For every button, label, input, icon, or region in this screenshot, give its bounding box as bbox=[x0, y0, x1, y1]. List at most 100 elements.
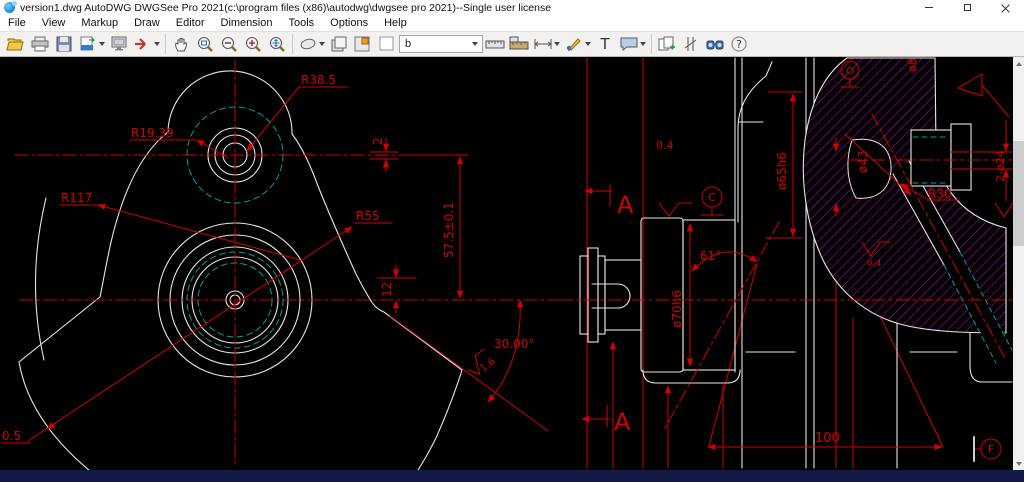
window-title: version1.dwg AutoDWG DWGSee Pro 2021(c:\… bbox=[20, 2, 551, 14]
app-icon bbox=[4, 2, 15, 13]
datum-f-label: F bbox=[988, 443, 994, 456]
roughness-symbol bbox=[659, 203, 692, 216]
menu-editor[interactable]: Editor bbox=[168, 17, 213, 29]
roughness-0-4-b: 0.4 bbox=[867, 259, 882, 269]
zoom-window-button[interactable] bbox=[193, 33, 217, 55]
minimize-button[interactable] bbox=[910, 0, 948, 15]
toolbar-separator bbox=[651, 34, 652, 54]
forward-button[interactable] bbox=[131, 33, 155, 55]
dim-2: 2 bbox=[371, 137, 385, 145]
end-view: R38.5 R19.39 R117 R55 2 57.5±0.1 12 30.0… bbox=[1, 60, 560, 470]
vertical-scrollbar[interactable] bbox=[1013, 57, 1024, 470]
zoom-in-button[interactable] bbox=[241, 33, 265, 55]
pan-button[interactable] bbox=[169, 33, 193, 55]
menu-file[interactable]: File bbox=[0, 17, 34, 29]
drawing-canvas[interactable]: R38.5 R19.39 R117 R55 2 57.5±0.1 12 30.0… bbox=[0, 57, 1024, 470]
measure-area-button[interactable] bbox=[507, 33, 531, 55]
dimension-dropdown[interactable] bbox=[554, 42, 560, 46]
print-button[interactable] bbox=[28, 33, 52, 55]
dim-r38-5: R38.5 bbox=[301, 73, 336, 87]
dim-r55: R55 bbox=[356, 209, 380, 223]
scroll-down-button[interactable] bbox=[1013, 457, 1024, 470]
help-button[interactable]: ? bbox=[727, 33, 751, 55]
toolbar-separator bbox=[292, 34, 293, 54]
find-button[interactable] bbox=[703, 33, 727, 55]
dim-dia65: ø65h6 bbox=[775, 152, 789, 190]
zoom-out-button[interactable] bbox=[217, 33, 241, 55]
roughness-0-4-a: 0.4 bbox=[656, 139, 674, 152]
dim-dia8: ø8 bbox=[906, 58, 919, 72]
open-button[interactable] bbox=[4, 33, 28, 55]
minimize-icon bbox=[925, 7, 933, 8]
measure-distance-button[interactable] bbox=[483, 33, 507, 55]
comment-dropdown[interactable] bbox=[640, 42, 646, 46]
copy-page-button[interactable] bbox=[655, 33, 679, 55]
menu-bar: File View Markup Draw Editor Dimension T… bbox=[0, 15, 1024, 31]
layers-button[interactable] bbox=[327, 33, 351, 55]
title-bar: version1.dwg AutoDWG DWGSee Pro 2021(c:\… bbox=[0, 0, 1024, 15]
menu-draw[interactable]: Draw bbox=[126, 17, 168, 29]
menu-markup[interactable]: Markup bbox=[73, 17, 126, 29]
comment-button[interactable] bbox=[617, 33, 641, 55]
pin-bore bbox=[911, 130, 951, 186]
text-tool-button[interactable]: T bbox=[593, 33, 617, 55]
dim-2x24: 2-ø24 bbox=[994, 150, 1007, 182]
eraser-dropdown[interactable] bbox=[319, 42, 325, 46]
section-label-a-bottom: A bbox=[614, 408, 631, 436]
section-flag bbox=[958, 74, 982, 96]
layer-color-button[interactable] bbox=[351, 33, 375, 55]
pin-step bbox=[951, 124, 971, 190]
roughness-1-6-value: 1.6 bbox=[478, 356, 497, 374]
dimension-button[interactable] bbox=[531, 33, 555, 55]
eraser-button[interactable] bbox=[296, 33, 320, 55]
layer-combo-caret bbox=[472, 42, 478, 46]
menu-options[interactable]: Options bbox=[322, 17, 376, 29]
crank-arm-section bbox=[803, 58, 1013, 363]
dim-r117: R117 bbox=[61, 191, 92, 205]
scrollbar-thumb[interactable] bbox=[1013, 141, 1024, 246]
layer-combo[interactable]: b bbox=[399, 35, 483, 53]
dim-100: 100 bbox=[815, 431, 840, 446]
close-button[interactable] bbox=[986, 0, 1024, 15]
color-swatch[interactable] bbox=[375, 33, 399, 55]
marker-pen-dropdown[interactable] bbox=[585, 42, 591, 46]
menu-view[interactable]: View bbox=[34, 17, 74, 29]
dim-12: 12 bbox=[380, 282, 394, 297]
menu-dimension[interactable]: Dimension bbox=[213, 17, 281, 29]
status-bar bbox=[0, 470, 1024, 482]
dwg-drawing: R38.5 R19.39 R117 R55 2 57.5±0.1 12 30.0… bbox=[0, 57, 1013, 470]
marker-pen-button[interactable] bbox=[562, 33, 586, 55]
scroll-up-icon bbox=[1016, 62, 1022, 66]
convert-dropdown[interactable] bbox=[99, 42, 105, 46]
section-label-a-top: A bbox=[617, 191, 634, 219]
dim-57-5: 57.5±0.1 bbox=[442, 202, 456, 258]
maximize-icon bbox=[964, 4, 971, 11]
zoom-extents-button[interactable] bbox=[265, 33, 289, 55]
close-icon bbox=[1001, 3, 1010, 12]
scroll-up-button[interactable] bbox=[1013, 57, 1024, 70]
datum-o-label: O bbox=[846, 66, 854, 77]
datum-c-label: C bbox=[708, 191, 716, 204]
dim-30deg: 30.00° bbox=[494, 337, 534, 351]
toolbar-separator bbox=[165, 34, 166, 54]
convert-button[interactable] bbox=[76, 33, 100, 55]
dim-r30: R30 bbox=[928, 187, 952, 201]
dim-r19-39: R19.39 bbox=[131, 126, 174, 140]
forward-dropdown[interactable] bbox=[154, 42, 160, 46]
maximize-button[interactable] bbox=[948, 0, 986, 15]
centerlines bbox=[15, 60, 560, 468]
revision-lines-button[interactable] bbox=[679, 33, 703, 55]
display-button[interactable] bbox=[107, 33, 131, 55]
menu-tools[interactable]: Tools bbox=[280, 17, 322, 29]
dim-dia43: ø43 bbox=[856, 150, 870, 173]
window-controls bbox=[910, 0, 1024, 15]
dim-dia70: ø70h6 bbox=[670, 290, 684, 328]
scroll-down-icon bbox=[1016, 462, 1022, 466]
save-button[interactable] bbox=[52, 33, 76, 55]
toolbar: b T ? bbox=[0, 31, 1024, 57]
layer-combo-value: b bbox=[405, 38, 411, 50]
app-window: version1.dwg AutoDWG DWGSee Pro 2021(c:\… bbox=[0, 0, 1024, 482]
menu-help[interactable]: Help bbox=[376, 17, 415, 29]
dim-0-5: 0.5 bbox=[2, 429, 21, 443]
roughness-symbol bbox=[995, 203, 1013, 217]
